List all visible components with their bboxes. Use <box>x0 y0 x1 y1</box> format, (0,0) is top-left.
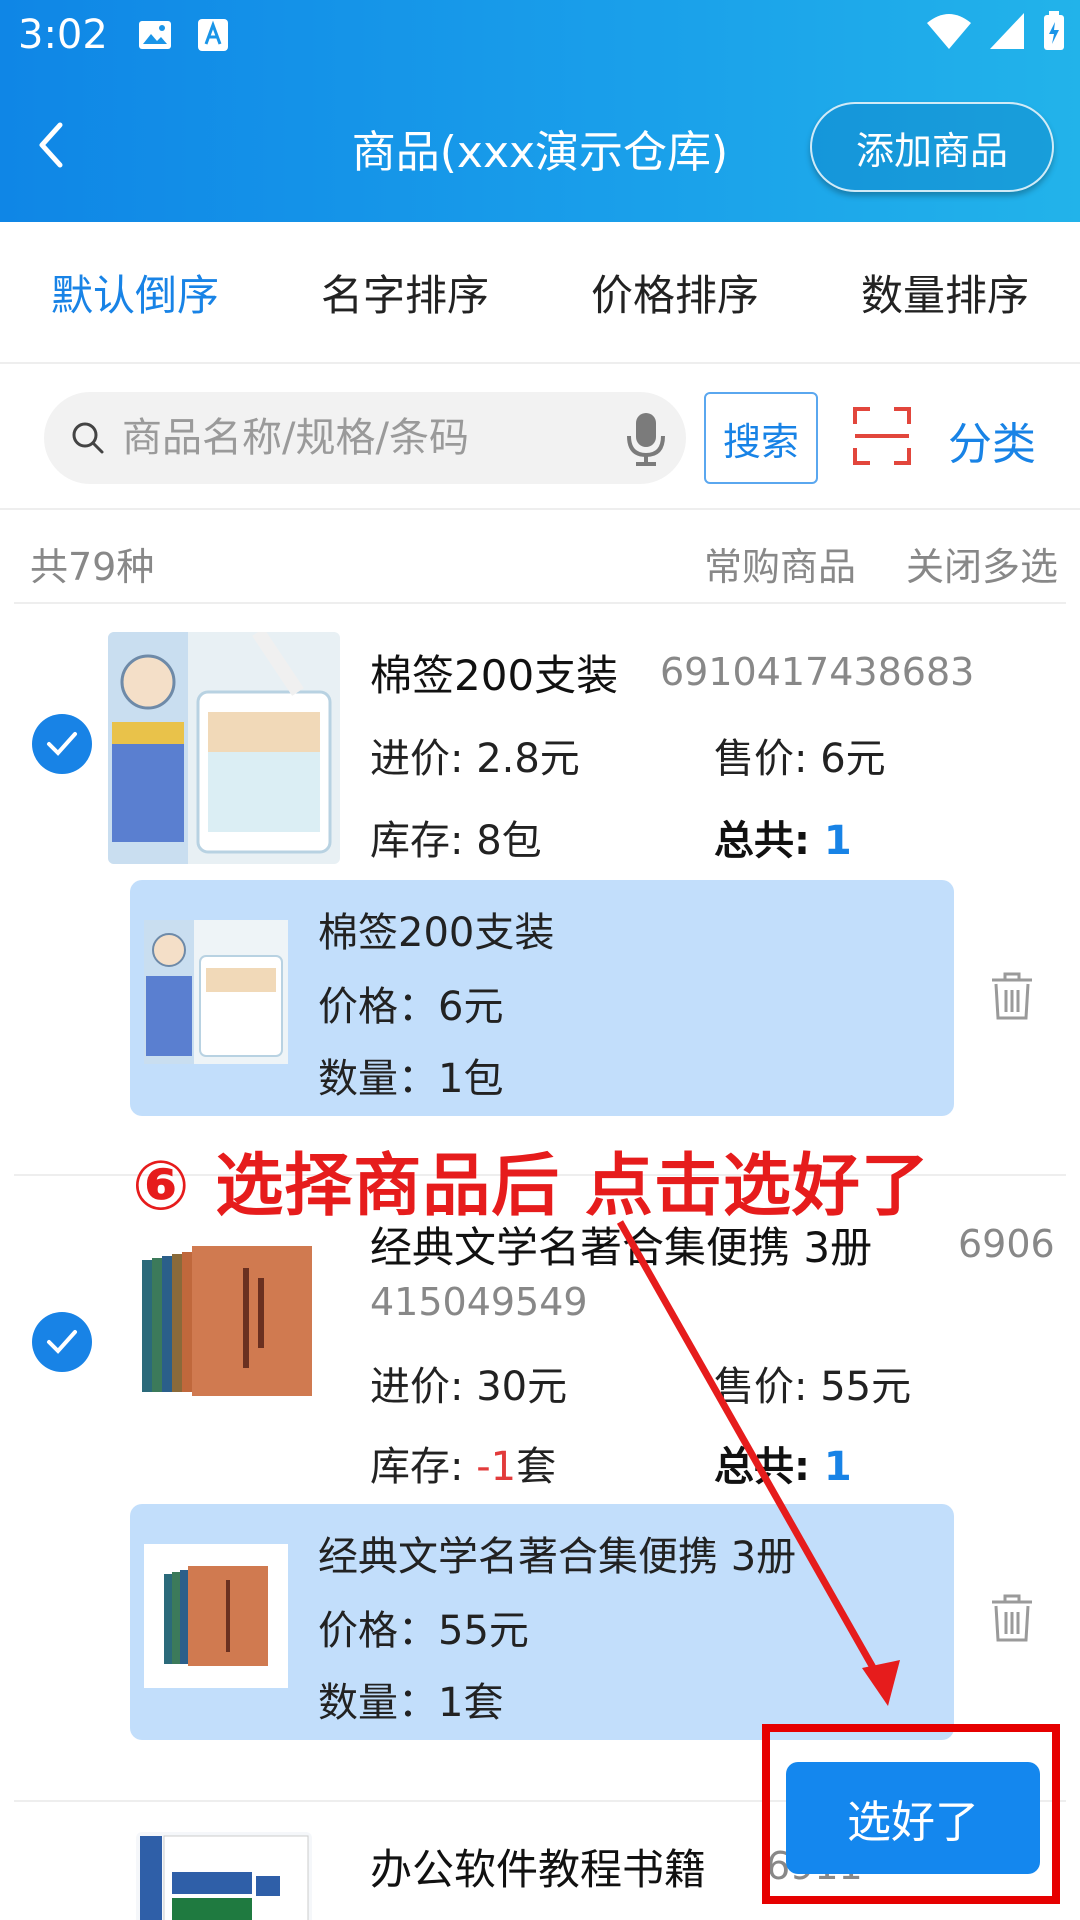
close-multi-select-link[interactable]: 关闭多选 <box>906 536 1058 591</box>
search-button[interactable]: 搜索 <box>704 392 818 484</box>
microphone-icon[interactable] <box>624 410 668 466</box>
cart-item-quantity: 数量：1套 <box>318 1680 504 1726</box>
stock-unit: 包 <box>501 818 542 864</box>
gallery-icon <box>139 21 171 49</box>
stock-label: 库存: <box>370 1444 477 1490</box>
total-label: 总共: <box>714 818 824 864</box>
product-item[interactable]: 经典文学名著合集便携 3册 6906 415049549 进价: 30元 售价:… <box>0 1176 1080 1752</box>
trash-icon[interactable] <box>988 1592 1036 1644</box>
product-barcode-part1: 6906 <box>958 1222 1055 1266</box>
tab-price-sort[interactable]: 价格排序 <box>540 262 810 323</box>
tab-name-sort[interactable]: 名字排序 <box>270 262 540 323</box>
cart-item-quantity: 数量：1包 <box>318 1056 504 1102</box>
done-button[interactable]: 选好了 <box>786 1762 1040 1874</box>
tab-quantity-sort[interactable]: 数量排序 <box>810 262 1080 323</box>
frequent-products-link[interactable]: 常购商品 <box>704 536 856 591</box>
search-icon <box>72 422 104 454</box>
app-notification-icon <box>198 19 228 51</box>
cart-item-price: 价格：55元 <box>318 1608 529 1654</box>
scan-icon[interactable] <box>852 406 912 466</box>
signal-icon <box>990 13 1024 49</box>
status-right-icons <box>926 10 1066 52</box>
stock-value: 8 <box>476 818 502 864</box>
cart-item-name: 经典文学名著合集便携 3册 <box>318 1534 797 1580</box>
instruction-annotation: ⑥ 选择商品后 点击选好了 <box>132 1147 930 1226</box>
product-barcode-part2: 415049549 <box>370 1280 588 1324</box>
status-bar: 3:02 <box>0 0 1080 76</box>
product-total: 总共: 1 <box>714 1434 852 1492</box>
search-row: 搜索 分类 <box>0 364 1080 510</box>
product-stock: 库存: -1套 <box>370 1434 556 1492</box>
product-price: 售价: 55元 <box>714 1364 912 1410</box>
search-input[interactable] <box>122 392 592 484</box>
search-box <box>44 392 686 484</box>
product-thumbnail-office-book <box>136 1832 312 1920</box>
product-name: 办公软件教程书籍 <box>370 1845 707 1894</box>
sort-tabs: 默认倒序 名字排序 价格排序 数量排序 <box>0 222 1080 364</box>
wifi-icon <box>927 14 971 49</box>
product-barcode: 6910417438683 <box>660 650 975 694</box>
checkbox-checked-icon[interactable] <box>32 1312 92 1372</box>
total-value: 1 <box>823 818 852 864</box>
product-thumbnail-cotton-swabs <box>108 632 340 864</box>
trash-icon[interactable] <box>988 970 1036 1022</box>
product-item[interactable]: 棉签200支装 6910417438683 进价: 2.8元 售价: 6元 库存… <box>0 604 1080 1174</box>
cart-item[interactable]: 经典文学名著合集便携 3册 价格：55元 数量：1套 <box>130 1504 954 1740</box>
cart-item-price: 价格：6元 <box>318 984 504 1030</box>
cart-thumbnail-books <box>144 1544 288 1688</box>
cart-item[interactable]: 棉签200支装 价格：6元 数量：1包 <box>130 880 954 1116</box>
category-button[interactable]: 分类 <box>948 408 1036 472</box>
product-stock: 库存: 8包 <box>370 808 542 866</box>
product-cost: 进价: 30元 <box>370 1364 568 1410</box>
product-count: 共79种 <box>30 545 155 589</box>
product-price: 售价: 6元 <box>714 736 886 782</box>
checkbox-checked-icon[interactable] <box>32 714 92 774</box>
summary-bar: 共79种 常购商品 关闭多选 <box>14 510 1066 604</box>
stock-value: -1 <box>476 1444 517 1490</box>
tab-default-desc[interactable]: 默认倒序 <box>0 262 270 323</box>
battery-icon <box>1044 11 1064 50</box>
product-cost: 进价: 2.8元 <box>370 736 580 782</box>
app-header: 3:02 商品(xxx演示仓库) 添加商品 <box>0 0 1080 222</box>
status-time: 3:02 <box>18 12 108 58</box>
total-value: 1 <box>823 1444 852 1490</box>
cart-item-name: 棉签200支装 <box>318 910 555 956</box>
stock-label: 库存: <box>370 818 477 864</box>
total-label: 总共: <box>714 1444 824 1490</box>
stock-unit: 套 <box>516 1444 557 1490</box>
add-product-button[interactable]: 添加商品 <box>810 102 1054 192</box>
cart-thumbnail-cotton-swabs <box>144 920 288 1064</box>
product-thumbnail-books <box>136 1238 320 1408</box>
product-name: 棉签200支装 <box>370 651 619 700</box>
product-total: 总共: 1 <box>714 808 852 866</box>
